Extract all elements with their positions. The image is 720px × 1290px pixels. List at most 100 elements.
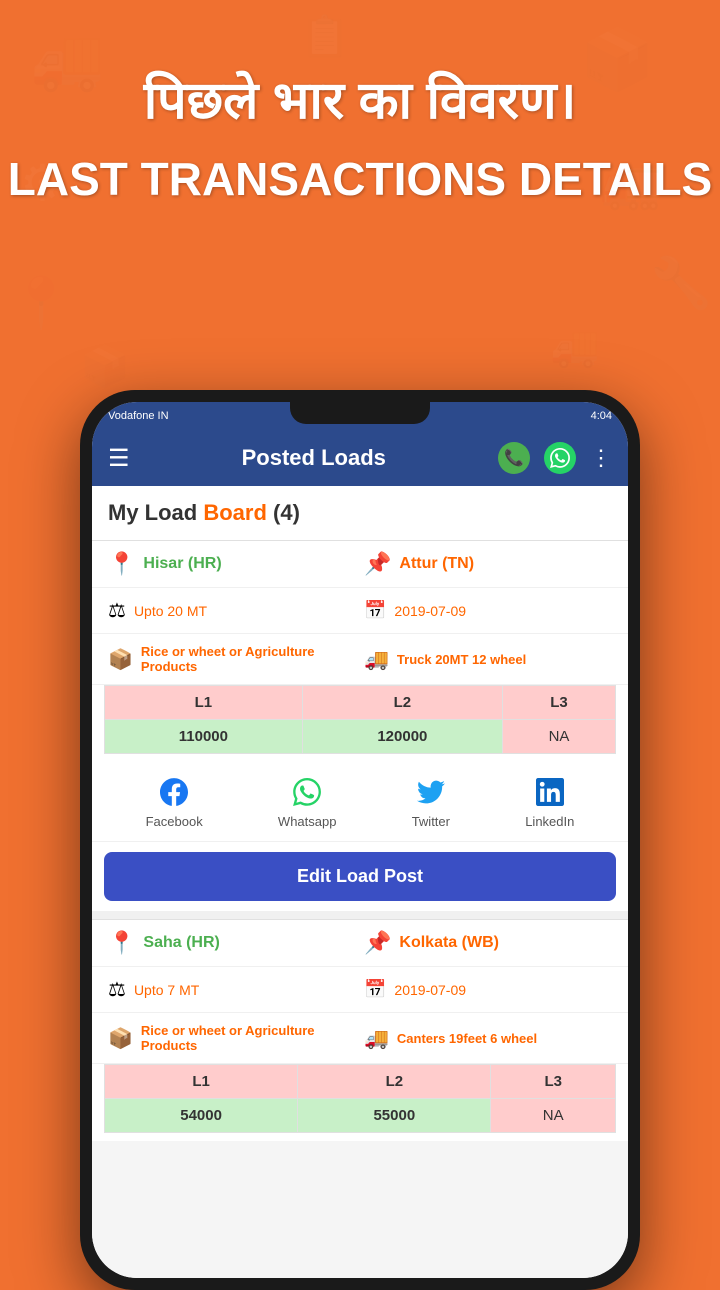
price-table-2: L1 L2 L3 54000 55000 NA xyxy=(104,1064,616,1133)
location-row-2: Saha (HR) Kolkata (WB) xyxy=(92,920,628,967)
cargo-col-2: Rice or wheet or Agriculture Products xyxy=(108,1023,356,1053)
price-table-1: L1 L2 L3 110000 120000 NA xyxy=(104,685,616,754)
facebook-label-1: Facebook xyxy=(146,814,203,829)
price-value-row-1: 110000 120000 NA xyxy=(105,720,616,754)
carrier-text: Vodafone IN xyxy=(108,410,169,422)
svg-text:🚚: 🚚 xyxy=(550,325,600,369)
cargo-truck-row-2: Rice or wheet or Agriculture Products Ca… xyxy=(92,1013,628,1064)
linkedin-icon-1 xyxy=(532,774,568,810)
price-header-l1-2: L1 xyxy=(105,1065,298,1099)
twitter-icon-1 xyxy=(413,774,449,810)
price-header-l2-1: L2 xyxy=(302,686,502,720)
weight-col-2: Upto 7 MT xyxy=(108,977,356,1002)
whatsapp-share-icon-1 xyxy=(289,774,325,810)
location-row-1: Hisar (HR) Attur (TN) xyxy=(92,541,628,588)
app-bar-title: Posted Loads xyxy=(142,445,486,471)
board-highlight: Board xyxy=(203,500,267,525)
edit-load-post-button-1[interactable]: Edit Load Post xyxy=(104,852,616,901)
origin-text-1: Hisar (HR) xyxy=(143,555,221,573)
price-header-l3-1: L3 xyxy=(503,686,616,720)
whatsapp-share-1[interactable]: Whatsapp xyxy=(278,774,337,829)
price-header-l3-2: L3 xyxy=(491,1065,616,1099)
phone-notch xyxy=(290,402,430,424)
date-label-1: 2019-07-09 xyxy=(394,603,466,619)
price-table-container-2: L1 L2 L3 54000 55000 NA xyxy=(92,1064,628,1141)
app-bar-actions: 📞 ⋮ xyxy=(498,442,612,474)
app-bar: ☰ Posted Loads 📞 ⋮ xyxy=(92,430,628,486)
truck-col-1: Truck 20MT 12 wheel xyxy=(364,647,612,672)
truck-text-1: Truck 20MT 12 wheel xyxy=(397,652,526,667)
price-header-l1-1: L1 xyxy=(105,686,303,720)
call-button[interactable]: 📞 xyxy=(498,442,530,474)
price-value-row-2: 54000 55000 NA xyxy=(105,1099,616,1133)
facebook-share-1[interactable]: Facebook xyxy=(146,774,203,829)
dest-col-2: Kolkata (WB) xyxy=(364,930,612,956)
dest-pin-icon-2 xyxy=(364,930,391,956)
linkedin-share-1[interactable]: LinkedIn xyxy=(525,774,574,829)
weight-col-1: Upto 20 MT xyxy=(108,598,356,623)
cargo-icon-1 xyxy=(108,647,133,672)
twitter-share-1[interactable]: Twitter xyxy=(412,774,450,829)
origin-pin-icon-1 xyxy=(108,551,135,577)
cargo-text-1: Rice or wheet or Agriculture Products xyxy=(141,644,356,674)
price-l2-1: 120000 xyxy=(302,720,502,754)
section-divider xyxy=(92,911,628,919)
dest-col-1: Attur (TN) xyxy=(364,551,612,577)
content-area: My Load Board (4) Hisar (HR) Attur (TN) xyxy=(92,486,628,1278)
weight-label-1: Upto 20 MT xyxy=(134,603,207,619)
cargo-text-2: Rice or wheet or Agriculture Products xyxy=(141,1023,356,1053)
svg-text:📍: 📍 xyxy=(10,274,72,331)
origin-col-2: Saha (HR) xyxy=(108,930,356,956)
origin-col-1: Hisar (HR) xyxy=(108,551,356,577)
truck-col-2: Canters 19feet 6 wheel xyxy=(364,1026,612,1051)
weight-date-row-1: Upto 20 MT 2019-07-09 xyxy=(92,588,628,634)
cargo-truck-row-1: Rice or wheet or Agriculture Products Tr… xyxy=(92,634,628,685)
whatsapp-label-1: Whatsapp xyxy=(278,814,337,829)
phone-screen: Vodafone IN 4:04 ☰ Posted Loads 📞 ⋮ My L… xyxy=(92,402,628,1278)
calendar-icon-1 xyxy=(364,600,386,621)
dest-text-1: Attur (TN) xyxy=(399,555,474,573)
english-subtitle: LAST TRANSACTIONS DETAILS xyxy=(0,152,720,207)
load-card-1: Hisar (HR) Attur (TN) Upto 20 MT xyxy=(92,540,628,911)
dest-text-2: Kolkata (WB) xyxy=(399,934,499,952)
load-board-header: My Load Board (4) xyxy=(92,486,628,540)
truck-icon-1 xyxy=(364,647,389,672)
price-header-l2-2: L2 xyxy=(298,1065,491,1099)
whatsapp-button[interactable] xyxy=(544,442,576,474)
truck-text-2: Canters 19feet 6 wheel xyxy=(397,1031,537,1046)
cargo-col-1: Rice or wheet or Agriculture Products xyxy=(108,644,356,674)
svg-text:📦: 📦 xyxy=(80,343,130,389)
price-l3-1: NA xyxy=(503,720,616,754)
social-row-1: Facebook Whatsapp xyxy=(92,762,628,842)
date-col-2: 2019-07-09 xyxy=(364,979,612,1000)
dest-pin-icon-1 xyxy=(364,551,391,577)
weight-date-row-2: Upto 7 MT 2019-07-09 xyxy=(92,967,628,1013)
price-table-container-1: L1 L2 L3 110000 120000 NA xyxy=(92,685,628,762)
svg-text:🔧: 🔧 xyxy=(650,253,712,311)
twitter-label-1: Twitter xyxy=(412,814,450,829)
cargo-icon-2 xyxy=(108,1026,133,1051)
linkedin-label-1: LinkedIn xyxy=(525,814,574,829)
price-header-row-2: L1 L2 L3 xyxy=(105,1065,616,1099)
weight-icon-1 xyxy=(108,598,126,623)
calendar-icon-2 xyxy=(364,979,386,1000)
load-card-2: Saha (HR) Kolkata (WB) Upto 7 MT xyxy=(92,919,628,1141)
origin-pin-icon-2 xyxy=(108,930,135,956)
more-options-icon[interactable]: ⋮ xyxy=(590,445,612,471)
weight-label-2: Upto 7 MT xyxy=(134,982,199,998)
truck-icon-2 xyxy=(364,1026,389,1051)
menu-icon[interactable]: ☰ xyxy=(108,444,130,473)
date-label-2: 2019-07-09 xyxy=(394,982,466,998)
weight-icon-2 xyxy=(108,977,126,1002)
price-l1-1: 110000 xyxy=(105,720,303,754)
price-header-row-1: L1 L2 L3 xyxy=(105,686,616,720)
hindi-title: पिछले भार का विवरण। xyxy=(0,0,720,132)
price-l3-2: NA xyxy=(491,1099,616,1133)
origin-text-2: Saha (HR) xyxy=(143,934,219,952)
phone-mockup: Vodafone IN 4:04 ☰ Posted Loads 📞 ⋮ My L… xyxy=(80,390,640,1290)
date-col-1: 2019-07-09 xyxy=(364,600,612,621)
price-l1-2: 54000 xyxy=(105,1099,298,1133)
status-time: 4:04 xyxy=(591,410,612,422)
price-l2-2: 55000 xyxy=(298,1099,491,1133)
facebook-icon-1 xyxy=(156,774,192,810)
